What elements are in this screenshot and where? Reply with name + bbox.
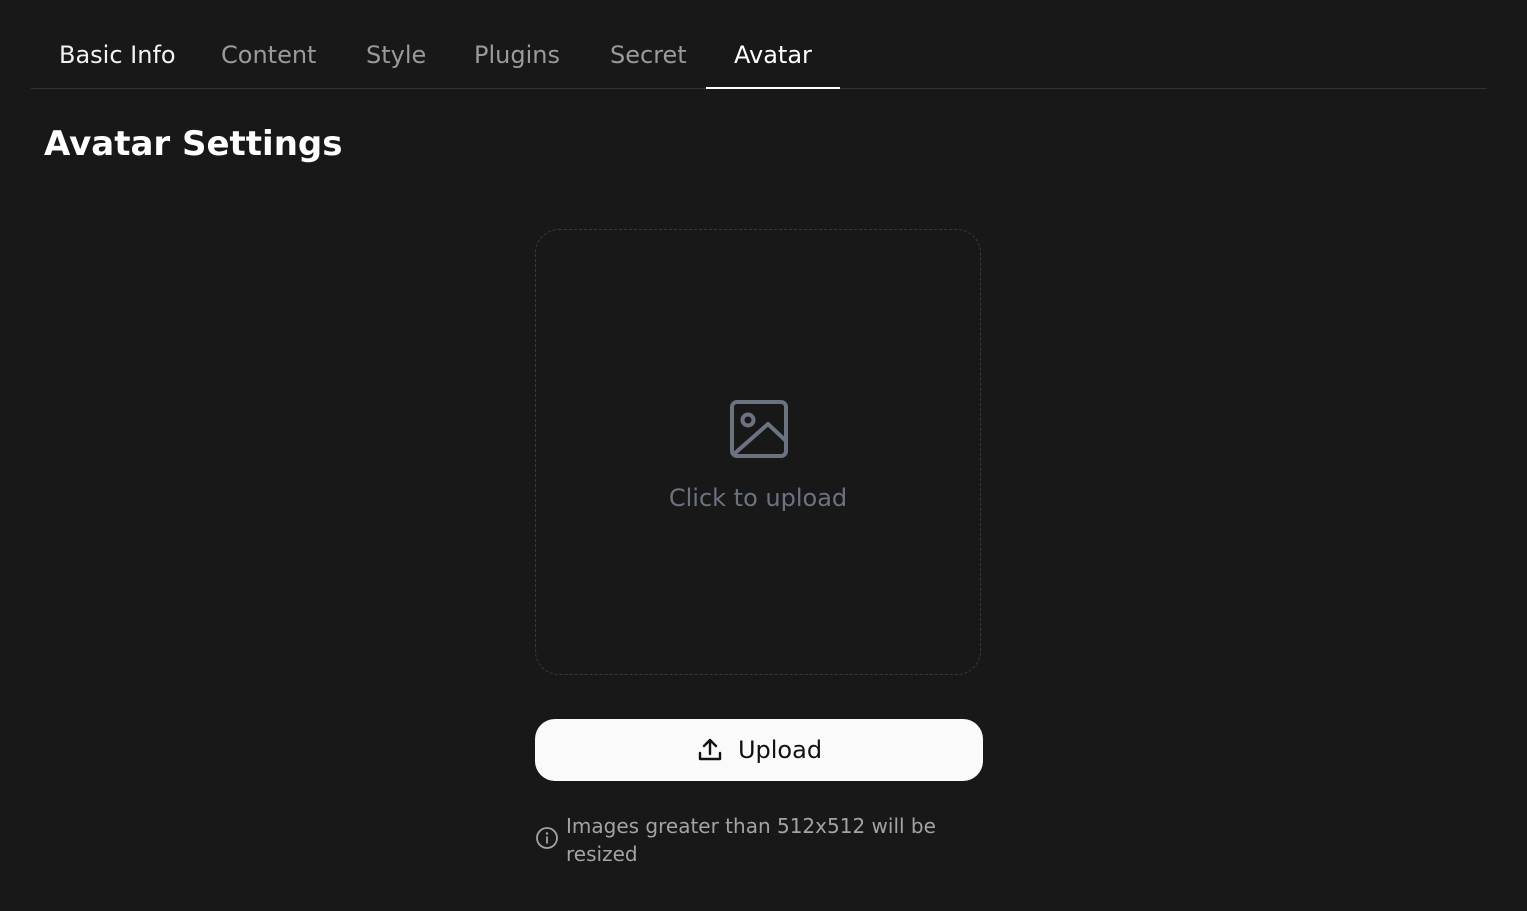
info-icon bbox=[536, 827, 558, 849]
avatar-settings-page: Basic Info Content Style Plugins Secret … bbox=[0, 0, 1527, 911]
image-icon bbox=[730, 400, 788, 458]
upload-button-label: Upload bbox=[737, 736, 823, 764]
avatar-upload-dropzone[interactable]: Click to upload bbox=[535, 229, 981, 675]
tab-basic-info[interactable]: Basic Info bbox=[59, 38, 176, 88]
settings-tabs: Basic Info Content Style Plugins Secret … bbox=[31, 0, 1487, 89]
dropzone-label: Click to upload bbox=[668, 484, 848, 512]
tab-style[interactable]: Style bbox=[366, 38, 426, 88]
hint-text: Images greater than 512x512 will be resi… bbox=[566, 814, 936, 866]
tab-plugins[interactable]: Plugins bbox=[474, 38, 560, 88]
tab-avatar[interactable]: Avatar bbox=[706, 38, 840, 89]
tab-secret[interactable]: Secret bbox=[610, 38, 687, 88]
page-title: Avatar Settings bbox=[44, 124, 343, 164]
upload-button[interactable]: Upload bbox=[535, 719, 983, 781]
tab-content[interactable]: Content bbox=[221, 38, 316, 88]
upload-icon bbox=[698, 738, 722, 761]
